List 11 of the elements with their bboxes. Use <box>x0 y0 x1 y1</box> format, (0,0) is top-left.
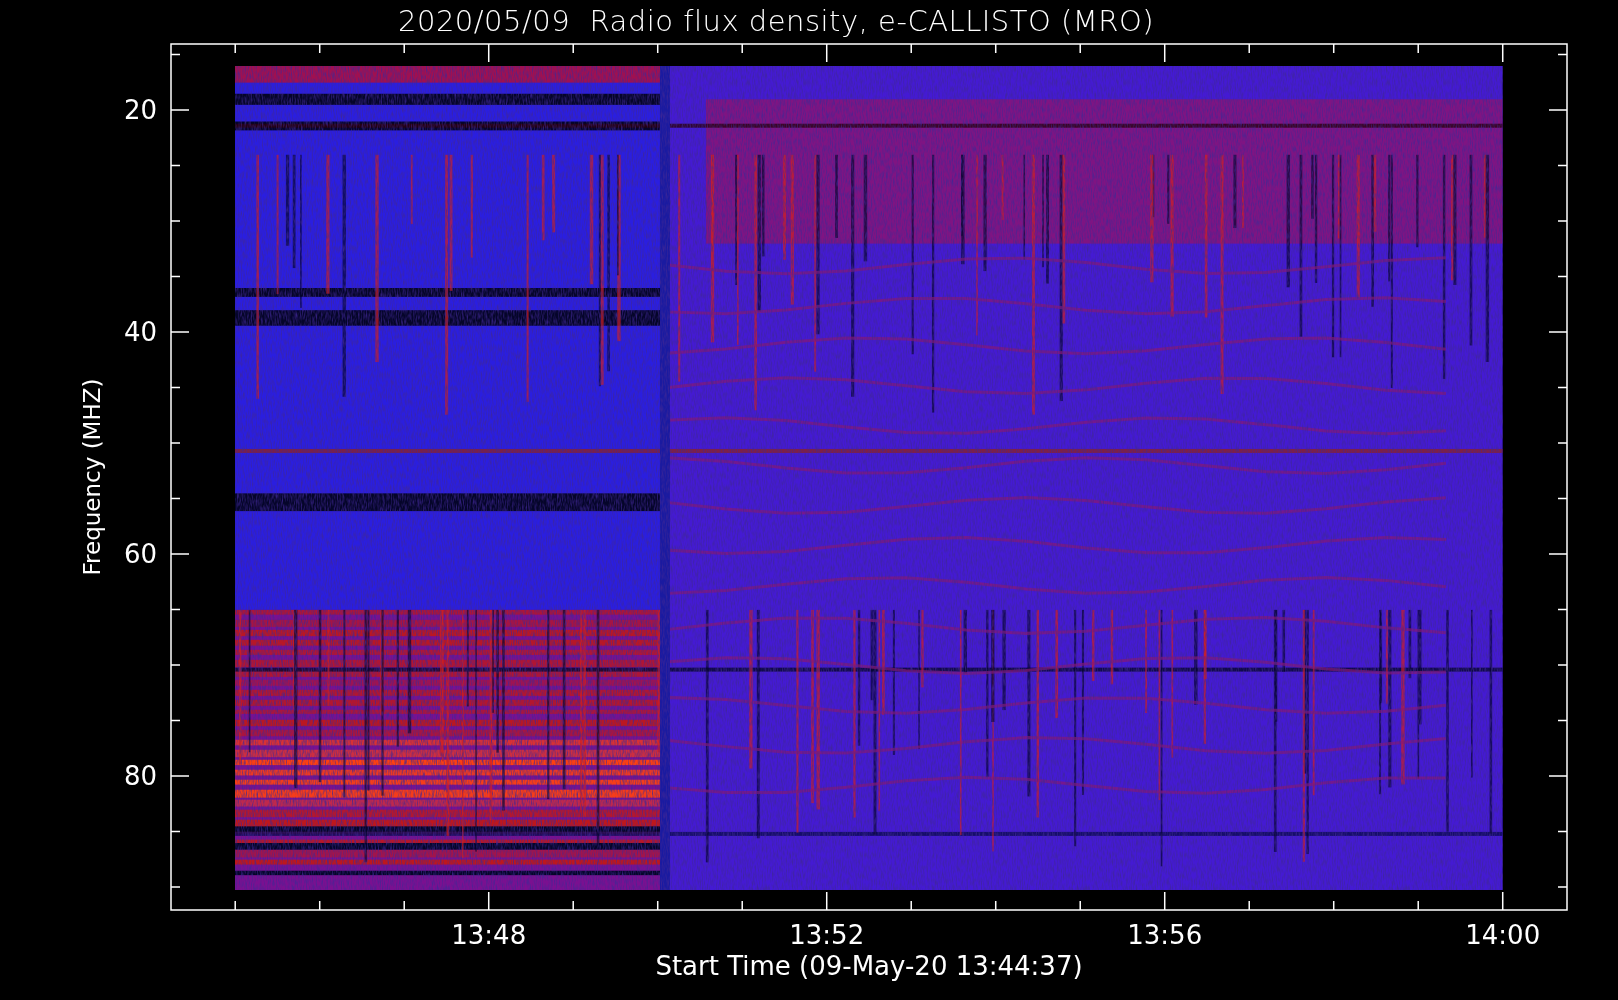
y-tick-label: 80 <box>123 761 157 792</box>
x-tick-label: 13:48 <box>451 920 527 950</box>
x-tick-label: 14:00 <box>1465 920 1541 950</box>
plot-title: 2020/05/09 Radio flux density, e-CALLISTO (MRO) <box>398 3 1155 40</box>
y-tick-label: 60 <box>123 539 157 570</box>
x-axis-label: Start Time (09-May-20 13:44:37) <box>655 951 1083 981</box>
x-tick-label: 13:56 <box>1127 920 1203 950</box>
x-tick-label: 13:52 <box>789 920 865 950</box>
y-axis-label: Frequency (MHZ) <box>79 378 105 576</box>
y-tick-label: 20 <box>123 95 157 126</box>
y-tick-label: 40 <box>123 317 157 348</box>
